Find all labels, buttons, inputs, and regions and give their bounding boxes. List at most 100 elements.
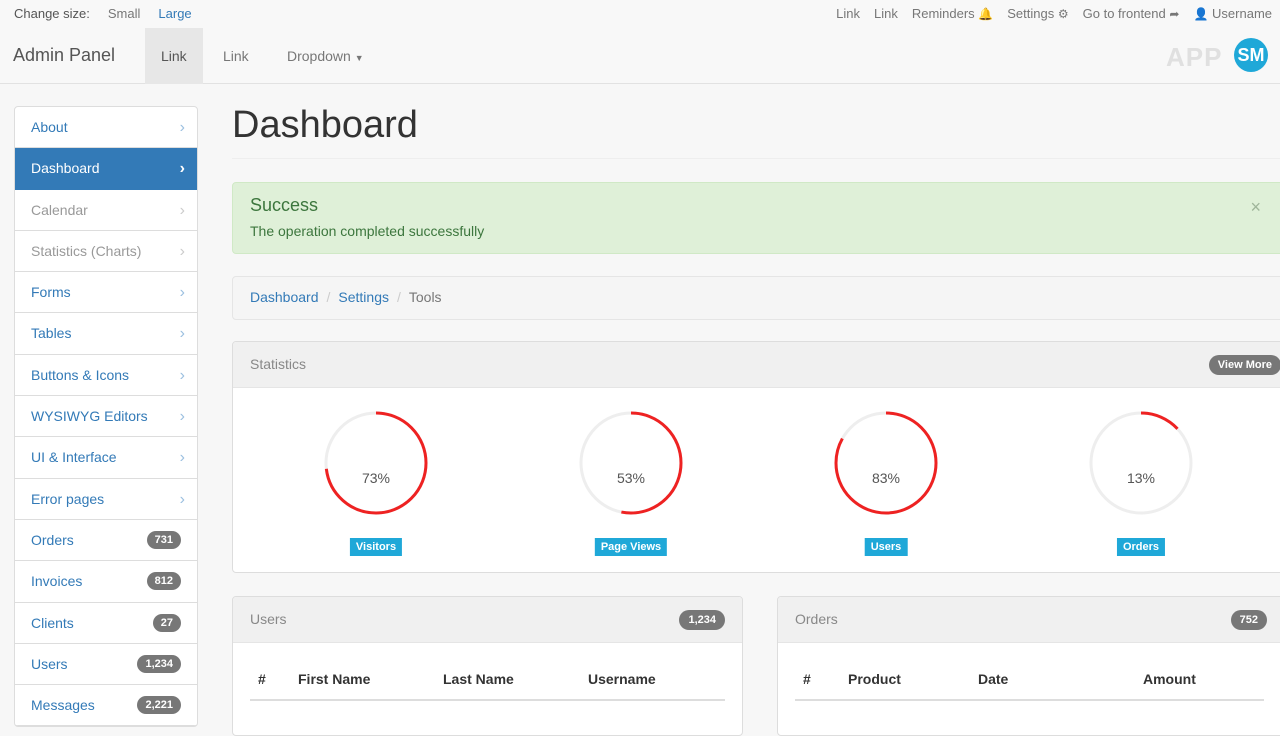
caret-down-icon: ▼ [354, 53, 364, 63]
sidebar-item-calendar[interactable]: Calendar › [15, 190, 197, 231]
breadcrumb-settings[interactable]: Settings [338, 289, 389, 305]
count-badge: 1,234 [137, 654, 181, 673]
chevron-right-icon: › [179, 242, 185, 260]
users-col-username[interactable]: Username [580, 659, 725, 701]
sidebar-item-dashboard[interactable]: Dashboard › [15, 148, 197, 190]
orders-col-amount[interactable]: Amount [1135, 659, 1264, 701]
top-utility-bar: Change size: Small Large Link Link Remin… [0, 0, 1280, 28]
gauge-orders: 13% Orders [1076, 408, 1206, 568]
nav-dropdown[interactable]: Dropdown ▼ [271, 28, 380, 84]
users-table-header-row: # First Name Last Name Username [250, 659, 725, 701]
breadcrumb-current: Tools [408, 289, 442, 305]
size-large-link[interactable]: Large [158, 6, 191, 21]
sidebar-item-label: Messages [31, 697, 95, 714]
top-link-2[interactable]: Link [874, 6, 898, 21]
chevron-right-icon: › [179, 408, 185, 426]
title-divider [232, 158, 1280, 159]
chevron-right-icon: › [179, 160, 185, 178]
page-title: Dashboard [232, 104, 418, 146]
count-badge: 27 [152, 613, 181, 632]
sidebar-item-label: Error pages [31, 490, 105, 507]
sidebar-menu: About › Dashboard › Calendar › Statistics (Cha… [14, 106, 198, 728]
sidebar-item-label: Calendar [31, 201, 88, 218]
gauge-ring [1089, 411, 1193, 515]
username-link[interactable]: 👤 Username [1193, 6, 1272, 21]
view-more-button[interactable]: View More [1208, 355, 1280, 375]
count-badge: 731 [146, 530, 181, 549]
gauge-ring [324, 411, 428, 515]
sidebar-item-label: Forms [31, 284, 71, 301]
sidebar-item-forms[interactable]: Forms › [15, 272, 197, 314]
gauge-row: 73% Visitors 53% Page Views 83% Users 13% Order… [233, 388, 1280, 572]
sidebar-item-ui-interface[interactable]: UI & Interface › [15, 437, 197, 479]
sidebar-item-label: WYSIWYG Editors [31, 408, 148, 425]
sidebar-item-users[interactable]: Users 1,234 [15, 644, 197, 686]
logo-mark: SM [1234, 38, 1268, 72]
users-panel-header: Users 1,234 [233, 597, 742, 643]
go-to-frontend-link[interactable]: Go to frontend ➦ [1083, 6, 1180, 21]
gauge-ring [834, 411, 938, 515]
sidebar-item-about[interactable]: About › [15, 107, 197, 149]
settings-link[interactable]: Settings ⚙ [1007, 6, 1068, 21]
sidebar-item-label: Invoices [31, 573, 83, 590]
sidebar-item-invoices[interactable]: Invoices 812 [15, 561, 197, 603]
users-table: # First Name Last Name Username [250, 659, 725, 701]
orders-panel: Orders 752 # Product Date Amount [777, 596, 1280, 736]
success-alert: Success The operation completed successf… [232, 182, 1280, 254]
users-col-index[interactable]: # [250, 659, 290, 701]
sidebar-item-label: Buttons & Icons [31, 366, 130, 383]
gauge-visitors: 73% Visitors [311, 408, 441, 568]
chevron-right-icon: › [179, 449, 185, 467]
user-icon: 👤 [1193, 7, 1209, 21]
brand-title[interactable]: Admin Panel [13, 45, 115, 66]
orders-col-index[interactable]: # [795, 659, 840, 701]
chevron-right-icon: › [179, 119, 185, 136]
sidebar-item-messages[interactable]: Messages 2,221 [15, 685, 197, 727]
gauge-value: 13% [1126, 470, 1156, 486]
orders-count-badge: 752 [1230, 610, 1267, 630]
close-icon[interactable]: × [1250, 197, 1261, 218]
sidebar-item-label: UI & Interface [31, 449, 117, 466]
orders-col-product[interactable]: Product [840, 659, 970, 701]
gauge-label: Orders [1116, 538, 1166, 556]
chevron-right-icon: › [179, 366, 185, 384]
top-link-1[interactable]: Link [836, 6, 860, 21]
app-logo: APP SM [1166, 36, 1270, 76]
sidebar-item-statistics-charts[interactable]: Statistics (Charts) › [15, 231, 197, 273]
breadcrumb-dashboard[interactable]: Dashboard [250, 289, 319, 305]
size-small-link[interactable]: Small [108, 6, 141, 21]
sidebar-item-error-pages[interactable]: Error pages › [15, 479, 197, 520]
gauge-label: Visitors [349, 538, 403, 556]
users-col-first-name[interactable]: First Name [290, 659, 435, 701]
sidebar-item-label: Users [31, 655, 68, 672]
orders-col-date[interactable]: Date [970, 659, 1135, 701]
chevron-right-icon: › [179, 325, 185, 343]
gauge-label: Users [864, 538, 908, 556]
count-badge: 812 [146, 572, 181, 591]
sidebar-item-orders[interactable]: Orders 731 [15, 520, 197, 562]
gauge-page-views: 53% Page Views [566, 408, 696, 568]
sidebar-item-buttons-icons[interactable]: Buttons & Icons › [15, 355, 197, 397]
sidebar-item-label: Clients [31, 614, 74, 631]
breadcrumb-separator: / [326, 289, 331, 305]
gauge-users: 83% Users [821, 408, 951, 568]
users-col-last-name[interactable]: Last Name [435, 659, 580, 701]
sidebar-item-tables[interactable]: Tables › [15, 313, 197, 355]
nav-link-2[interactable]: Link [207, 28, 265, 84]
gauge-ring [579, 411, 683, 515]
sidebar-item-label: About [31, 119, 68, 135]
chevron-right-icon: › [179, 284, 185, 302]
change-size-label: Change size: [14, 6, 90, 21]
sidebar-item-label: Dashboard [31, 160, 100, 177]
sidebar-item-clients[interactable]: Clients 27 [15, 603, 197, 644]
gauge-value: 83% [871, 470, 901, 486]
orders-table-header-row: # Product Date Amount [795, 659, 1264, 701]
nav-link-1[interactable]: Link [145, 28, 203, 84]
sidebar-item-wysiwyg-editors[interactable]: WYSIWYG Editors › [15, 396, 197, 438]
orders-table: # Product Date Amount [795, 659, 1264, 701]
orders-panel-header: Orders 752 [778, 597, 1280, 643]
reminders-link[interactable]: Reminders 🔔 [912, 6, 993, 21]
breadcrumb-separator: / [396, 289, 401, 305]
sidebar-item-label: Orders [31, 531, 74, 548]
chevron-right-icon: › [179, 490, 185, 508]
